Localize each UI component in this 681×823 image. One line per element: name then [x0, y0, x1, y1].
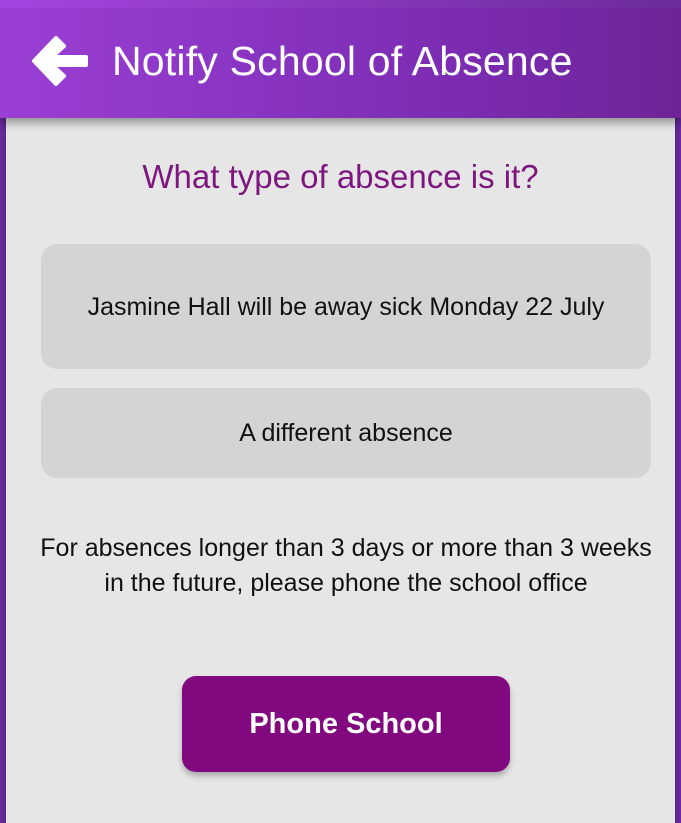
page-title: Notify School of Absence [112, 38, 573, 84]
app-screen: Notify School of Absence What type of ab… [0, 0, 681, 823]
arrow-left-icon [32, 36, 88, 86]
question-heading: What type of absence is it? [142, 158, 539, 195]
absence-option-sick[interactable]: Jasmine Hall will be away sick Monday 22… [41, 244, 651, 369]
phone-school-button[interactable]: Phone School [182, 676, 510, 772]
absence-option-label: Jasmine Hall will be away sick Monday 22… [87, 292, 605, 321]
info-text: For absences longer than 3 days or more … [40, 534, 652, 597]
phone-school-label: Phone School [249, 707, 443, 740]
absence-option-label: A different absence [239, 419, 453, 447]
back-button[interactable] [22, 24, 96, 98]
app-bar: Notify School of Absence [0, 0, 681, 118]
status-strip [0, 0, 681, 8]
main-content: What type of absence is it? Jasmine Hall… [6, 118, 675, 823]
absence-option-different[interactable]: A different absence [41, 388, 651, 478]
